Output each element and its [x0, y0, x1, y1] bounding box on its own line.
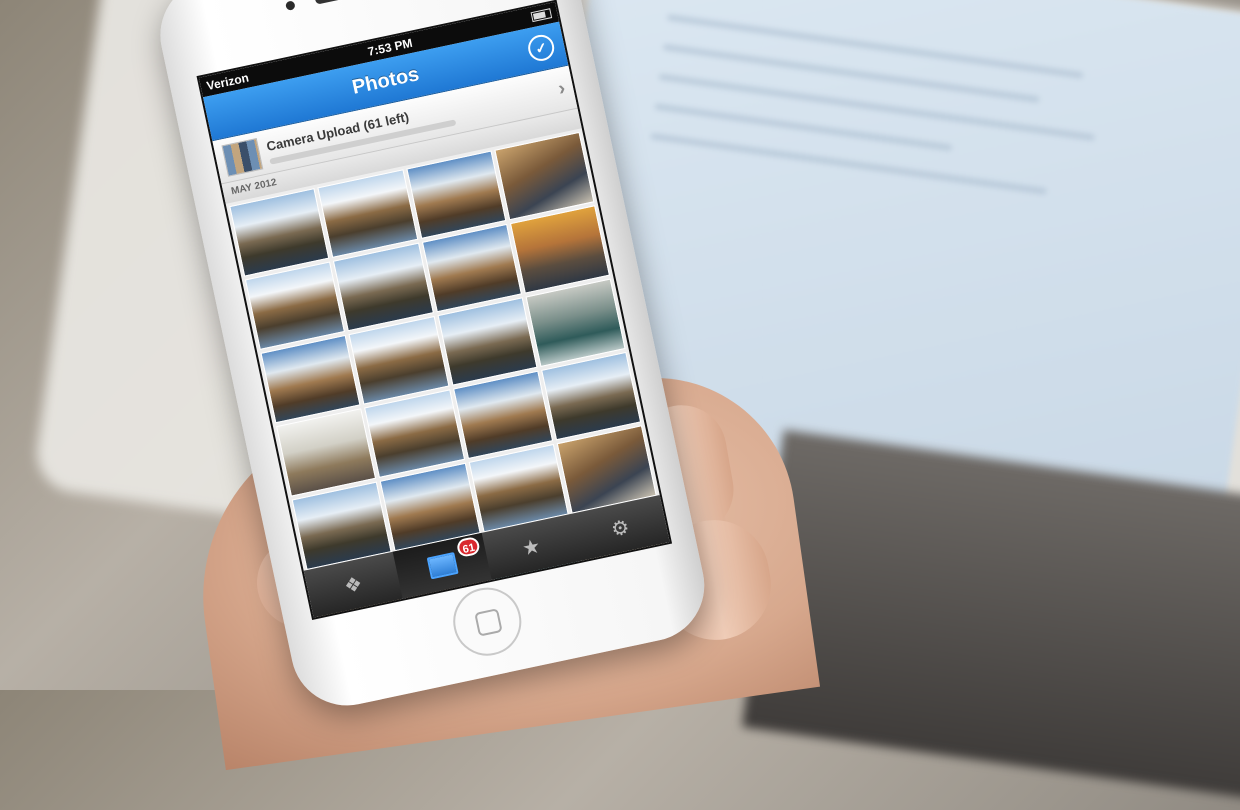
photo-thumbnail[interactable] [421, 223, 522, 313]
photo-thumbnail[interactable] [260, 334, 361, 424]
photo-thumbnail[interactable] [348, 316, 450, 405]
earpiece-speaker [314, 0, 385, 5]
photo-thumbnail[interactable] [540, 351, 642, 441]
photo-thumbnail[interactable] [317, 169, 418, 258]
photo-thumbnail[interactable] [276, 408, 377, 497]
phone-screen: Verizon 7:53 PM Photos ✓ Camera Upload (… [196, 0, 673, 621]
photo-thumbnail[interactable] [509, 205, 611, 294]
home-button[interactable] [446, 581, 528, 662]
page-title: Photos [350, 62, 421, 99]
gear-icon: ⚙ [609, 515, 632, 542]
photos-badge: 61 [455, 535, 482, 559]
upload-progress-fill [269, 158, 271, 165]
photo-thumbnail[interactable] [229, 188, 330, 277]
checkmark-circle-icon[interactable]: ✓ [525, 32, 557, 64]
photo-thumbnail[interactable] [437, 297, 538, 386]
photo-thumbnail[interactable] [364, 389, 465, 478]
photos-icon [426, 552, 459, 580]
battery-icon [530, 8, 553, 23]
dropbox-icon: ❖ [342, 572, 365, 598]
photo-thumbnail[interactable] [587, 571, 673, 621]
photo-thumbnail[interactable] [244, 261, 346, 350]
photo-thumbnail[interactable] [405, 150, 507, 240]
photo-thumbnail[interactable] [452, 370, 553, 460]
photo-thumbnail[interactable] [333, 242, 434, 332]
sensor-icon [285, 0, 296, 11]
upload-thumbnail [221, 137, 264, 177]
photo-thumbnail[interactable] [494, 131, 595, 221]
photo-thumbnail[interactable] [525, 278, 626, 368]
star-icon: ★ [520, 534, 543, 560]
